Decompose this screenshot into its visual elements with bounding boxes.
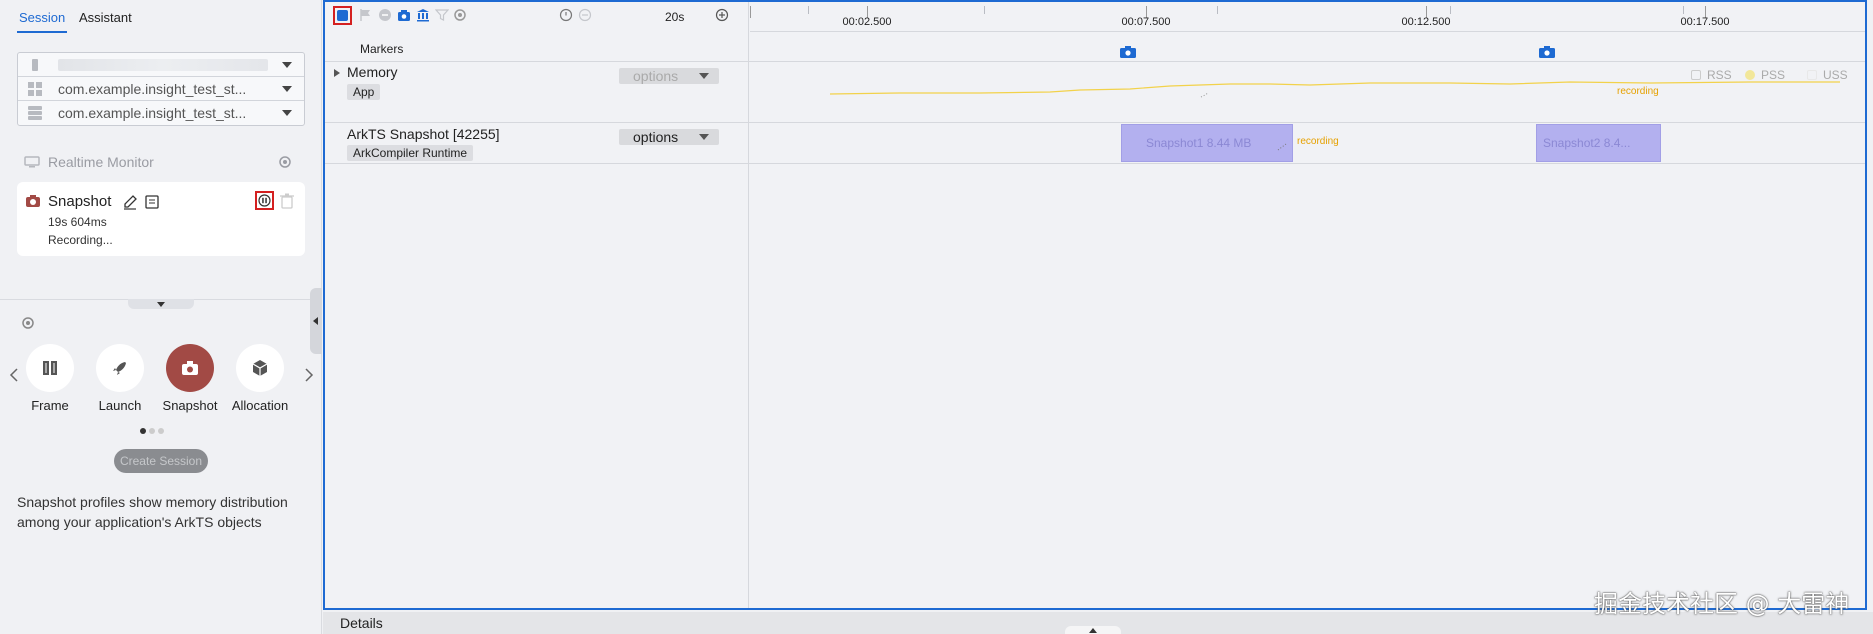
snapshot-bar[interactable]: Snapshot2 8.4...	[1536, 124, 1661, 162]
profile-type-label: Allocation	[231, 398, 289, 413]
time-tick-label: 00:12.500	[1401, 16, 1451, 28]
frame-icon	[43, 361, 57, 375]
profile-type-allocation[interactable]: Allocation	[225, 342, 295, 413]
device-name-redacted	[58, 59, 268, 71]
pause-icon	[258, 194, 271, 207]
app-grid-icon	[28, 82, 42, 96]
arkts-options-dropdown[interactable]: options	[619, 129, 719, 145]
profile-type-frame[interactable]: Frame	[15, 342, 85, 413]
watermark: 掘金技术社区 @ 大雷神	[1594, 590, 1850, 618]
stop-record-button[interactable]	[333, 6, 352, 25]
gear-icon[interactable]	[278, 155, 292, 169]
snapshot-bar[interactable]: Snapshot1 8.44 MB	[1121, 124, 1293, 162]
memory-track-tag: App	[347, 84, 381, 100]
memory-recording-label: recording	[1617, 86, 1659, 97]
track-label-column: Markers	[325, 32, 749, 608]
cube-icon	[252, 360, 268, 376]
chevron-right-icon[interactable]	[304, 368, 314, 382]
target-selectors: com.example.insight_test_st... com.examp…	[17, 52, 305, 126]
loading-dots-icon	[1277, 143, 1287, 151]
gc-icon[interactable]	[378, 8, 392, 22]
row-divider	[325, 163, 1865, 164]
carousel-page-dots	[140, 421, 167, 439]
profile-type-label: Frame	[31, 398, 69, 413]
session-panel: Session Assistant com.example.insight_te…	[0, 0, 322, 634]
collapse-toggle[interactable]	[128, 299, 194, 309]
app-select[interactable]: com.example.insight_test_st...	[18, 77, 304, 101]
memory-track-name: Memory	[347, 64, 398, 80]
details-expand-handle[interactable]	[1065, 626, 1121, 634]
realtime-monitor[interactable]: Realtime Monitor	[24, 154, 154, 170]
expand-track-icon[interactable]	[334, 69, 340, 77]
chevron-down-icon	[282, 62, 292, 68]
filter-icon[interactable]	[435, 8, 449, 22]
time-tick-label: 00:17.500	[1680, 16, 1730, 28]
device-select[interactable]	[18, 53, 304, 77]
profiler-main: 20s 00:02.500 00:07.500 00:12.500 00:17.…	[323, 0, 1867, 610]
app-window: Session Assistant com.example.insight_te…	[0, 0, 1873, 634]
profile-type-label: Snapshot	[162, 398, 218, 413]
heap-icon[interactable]	[416, 8, 430, 22]
chevron-down-icon	[282, 110, 292, 116]
snapshot-marker-icon[interactable]	[1538, 45, 1556, 59]
zoom-in-icon[interactable]	[715, 8, 729, 22]
trash-icon[interactable]	[280, 193, 294, 209]
markers-label: Markers	[360, 42, 404, 56]
rocket-icon	[113, 362, 126, 375]
legend-uss[interactable]: USS	[1807, 68, 1848, 82]
session-card[interactable]: Snapshot 19s 604ms Recording...	[17, 182, 305, 256]
profiler-toolbar: 20s	[325, 2, 749, 32]
chevron-down-icon	[282, 86, 292, 92]
legend-rss[interactable]: RSS	[1691, 68, 1732, 82]
process-select-value: com.example.insight_test_st...	[58, 105, 247, 121]
reset-zoom-icon[interactable]	[559, 8, 573, 22]
tab-session[interactable]: Session	[16, 10, 68, 33]
gear-icon[interactable]	[453, 8, 467, 22]
process-icon	[28, 106, 42, 120]
edit-icon[interactable]	[122, 194, 138, 210]
gear-icon[interactable]	[21, 316, 35, 330]
camera-icon[interactable]	[397, 8, 411, 22]
notes-icon[interactable]	[144, 194, 160, 210]
profile-type-carousel: Frame Launch Snapshot Allocation	[0, 342, 322, 422]
camera-icon	[182, 361, 198, 375]
details-label: Details	[340, 615, 383, 631]
session-duration: 19s 604ms	[48, 215, 107, 229]
flag-icon[interactable]	[359, 8, 373, 22]
memory-options-dropdown[interactable]: options	[619, 68, 719, 84]
arkts-track-tag: ArkCompiler Runtime	[347, 145, 474, 161]
arkts-track-name: ArkTS Snapshot [42255]	[347, 126, 500, 142]
monitor-icon	[24, 156, 40, 168]
arkts-recording-label: recording	[1297, 136, 1339, 147]
snapshot-marker-icon[interactable]	[1119, 45, 1137, 59]
zoom-level: 20s	[665, 10, 685, 24]
tab-assistant[interactable]: Assistant	[79, 10, 132, 25]
process-select[interactable]: com.example.insight_test_st...	[18, 101, 304, 125]
session-status: Recording...	[48, 233, 113, 247]
profile-type-launch[interactable]: Launch	[85, 342, 155, 413]
profile-type-snapshot[interactable]: Snapshot	[155, 342, 225, 413]
profile-type-label: Launch	[98, 398, 142, 413]
camera-icon	[26, 195, 40, 207]
app-select-value: com.example.insight_test_st...	[58, 81, 247, 97]
legend-pss[interactable]: PSS	[1745, 68, 1785, 82]
panel-tabs: Session Assistant	[0, 0, 322, 34]
time-ruler[interactable]: 00:02.500 00:07.500 00:12.500 00:17.500	[750, 2, 1865, 32]
row-divider	[325, 122, 1865, 123]
create-session-button[interactable]: Create Session	[114, 449, 208, 473]
zoom-out-icon[interactable]	[578, 8, 592, 22]
profile-description: Snapshot profiles show memory distributi…	[17, 494, 288, 530]
pause-button[interactable]	[255, 191, 274, 210]
device-icon	[32, 59, 38, 71]
time-tick-label: 00:07.500	[1121, 16, 1171, 28]
realtime-monitor-label: Realtime Monitor	[48, 154, 154, 170]
session-title: Snapshot	[48, 193, 112, 210]
time-tick-label: 00:02.500	[842, 16, 892, 28]
